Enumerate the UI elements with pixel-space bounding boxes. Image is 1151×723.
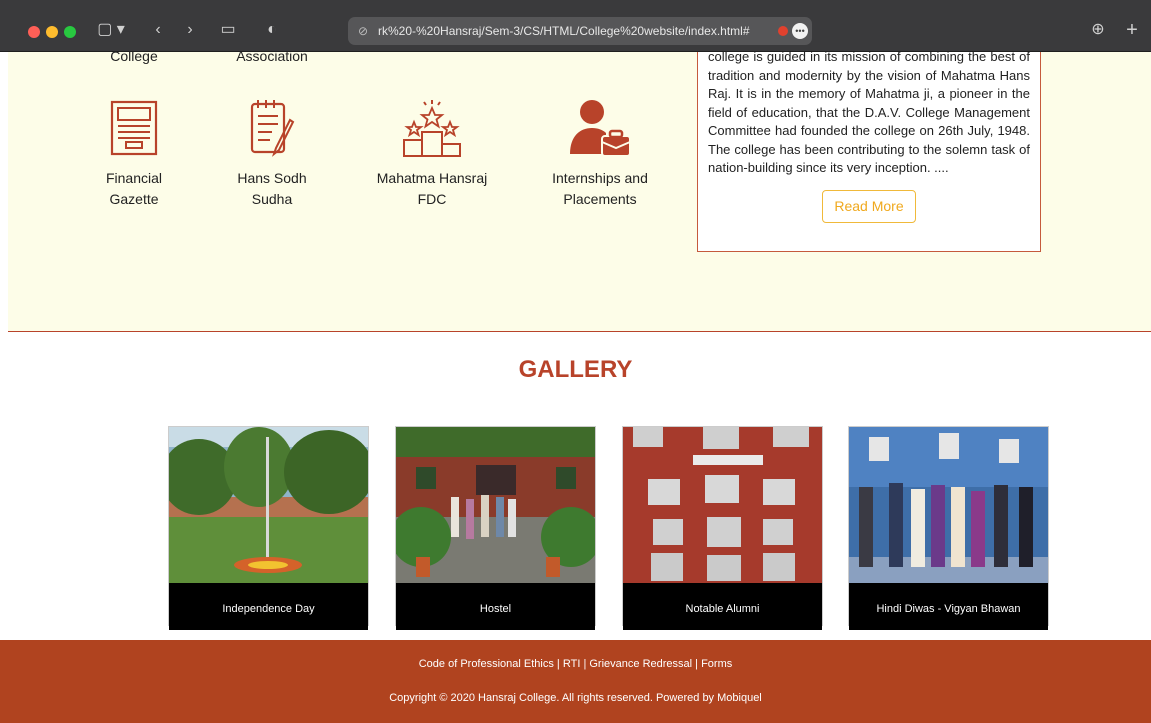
footer-separator: | bbox=[553, 658, 563, 670]
independence-day-photo bbox=[161, 427, 374, 583]
footer-link-grievance[interactable]: Grievance Redressal bbox=[589, 658, 692, 670]
cutoff-label-college[interactable]: College bbox=[84, 48, 184, 64]
url-text: rk%20-%20Hansraj/Sem-3/CS/HTML/College%2… bbox=[378, 24, 750, 38]
cutoff-label-association[interactable]: Association bbox=[222, 48, 322, 64]
quick-link-label: Financial Gazette bbox=[105, 170, 163, 207]
footer-link-forms[interactable]: Forms bbox=[701, 658, 732, 670]
quick-link-label: Internships and Placements bbox=[552, 170, 648, 207]
more-options-icon[interactable]: ••• bbox=[792, 23, 808, 39]
newspaper-icon bbox=[110, 100, 158, 156]
gallery-card-hostel[interactable]: Hostel bbox=[391, 426, 601, 630]
address-bar[interactable]: ⊘ rk%20-%20Hansraj/Sem-3/CS/HTML/College… bbox=[348, 17, 812, 45]
page-security-icon: ⊘ bbox=[358, 24, 369, 38]
hindi-diwas-photo bbox=[849, 427, 1048, 583]
site-footer: Code of Professional Ethics | RTI | Grie… bbox=[0, 640, 1151, 723]
privacy-shield-icon[interactable]: ◐ bbox=[262, 18, 282, 42]
browser-toolbar: ▢ ▾ ‹ › ▭ ◐ ⊘ rk%20-%20Hansraj/Sem-3/CS/… bbox=[0, 0, 1151, 52]
podium-stars-icon bbox=[403, 100, 461, 157]
read-more-button[interactable]: Read More bbox=[822, 189, 916, 223]
gallery-card-notable-alumni[interactable]: Notable Alumni bbox=[622, 426, 823, 630]
quick-link-internships-placements[interactable]: Internships and Placements bbox=[530, 98, 670, 210]
footer-separator: | bbox=[692, 658, 702, 670]
notable-alumni-photo bbox=[623, 427, 822, 583]
about-text: college is guided in its mission of comb… bbox=[708, 49, 1030, 175]
gallery-heading: GALLERY bbox=[518, 356, 633, 383]
forward-icon[interactable]: › bbox=[180, 18, 200, 42]
reader-icon[interactable]: ▭ bbox=[216, 18, 240, 42]
new-tab-icon[interactable]: + bbox=[1122, 18, 1142, 42]
recording-indicator-icon bbox=[778, 26, 788, 36]
footer-link-code-of-ethics[interactable]: Code of Professional Ethics bbox=[419, 658, 554, 670]
gallery-caption: Hindi Diwas - Vigyan Bhawan bbox=[849, 588, 1048, 630]
minimize-window-button[interactable] bbox=[46, 26, 58, 38]
hostel-photo bbox=[391, 427, 601, 583]
gallery-caption: Independence Day bbox=[169, 588, 368, 630]
gallery-card-independence-day[interactable]: Independence Day bbox=[161, 426, 374, 630]
footer-links: Code of Professional Ethics | RTI | Grie… bbox=[0, 658, 1151, 670]
notebook-pen-icon bbox=[250, 100, 295, 157]
quick-link-hans-sodh-sudha[interactable]: Hans Sodh Sudha bbox=[207, 98, 337, 210]
quick-link-label: Hans Sodh Sudha bbox=[237, 170, 307, 207]
footer-copyright: Copyright © 2020 Hansraj College. All ri… bbox=[389, 692, 762, 704]
footer-link-rti[interactable]: RTI bbox=[563, 658, 581, 670]
gallery-caption: Notable Alumni bbox=[623, 588, 822, 630]
quick-link-financial-gazette[interactable]: Financial Gazette bbox=[69, 98, 199, 210]
close-window-button[interactable] bbox=[28, 26, 40, 38]
downloads-icon[interactable]: ⊕ bbox=[1088, 18, 1108, 42]
person-briefcase-icon bbox=[570, 100, 631, 157]
sidebar-toggle-icon[interactable]: ▢ ▾ bbox=[94, 18, 128, 42]
quick-link-mahatma-hansraj-fdc[interactable]: Mahatma Hansraj FDC bbox=[357, 98, 507, 210]
quick-links-section: College Association Financial Gazette Ha… bbox=[8, 48, 1151, 332]
gallery-caption: Hostel bbox=[396, 588, 595, 630]
gallery-card-hindi-diwas[interactable]: Hindi Diwas - Vigyan Bhawan bbox=[848, 426, 1049, 630]
about-college-card: college is guided in its mission of comb… bbox=[697, 49, 1041, 252]
zoom-window-button[interactable] bbox=[64, 26, 76, 38]
quick-link-label: Mahatma Hansraj FDC bbox=[376, 170, 488, 207]
back-icon[interactable]: ‹ bbox=[148, 18, 168, 42]
